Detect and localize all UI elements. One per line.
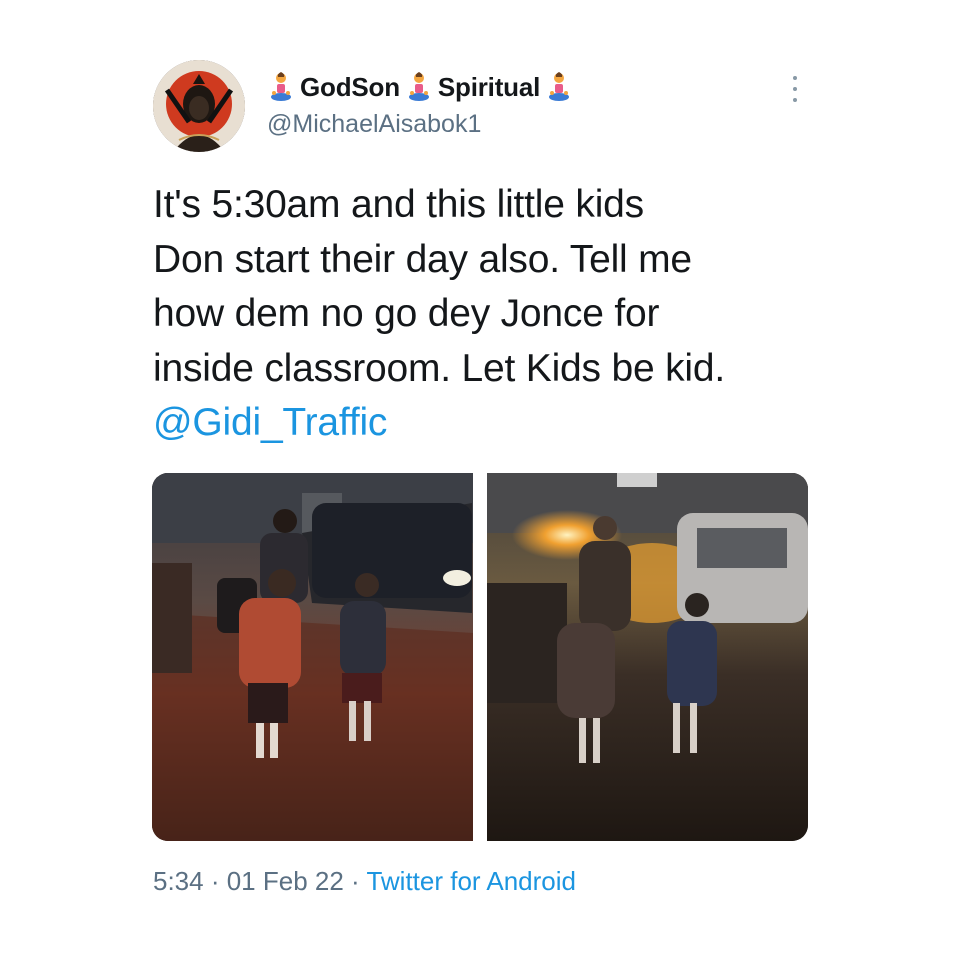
tweet-text-line: how dem no go dey Jonce for (153, 292, 660, 335)
tweet-text: It's 5:30am and this little kids Don sta… (153, 178, 833, 451)
display-name-part-2: Spiritual (437, 71, 541, 102)
photo-children-street-2 (487, 473, 808, 841)
meta-separator: · (203, 866, 227, 896)
tweet-card: GodSon Spiritual @MichaelAisabok1 It's 5… (0, 0, 960, 960)
photo-children-street-1 (152, 473, 473, 841)
tweet-text-line: It's 5:30am and this little kids (153, 183, 644, 226)
avatar-image (153, 60, 245, 152)
tweet-time[interactable]: 5:34 (153, 866, 204, 896)
tweet-date[interactable]: 01 Feb 22 (227, 866, 344, 896)
user-handle[interactable]: @MichaelAisabok1 (267, 110, 481, 139)
display-name[interactable]: GodSon Spiritual (270, 68, 570, 106)
person-in-lotus-position-icon (271, 72, 291, 101)
tweet-photo-2[interactable] (487, 473, 808, 841)
mention-link[interactable]: @Gidi_Traffic (153, 396, 833, 451)
tweet-text-line: Don start their day also. Tell me (153, 237, 692, 281)
avatar[interactable] (153, 60, 245, 152)
tweet-photo-1[interactable] (152, 473, 473, 841)
tweet-text-line: inside classroom. Let Kids be kid. (153, 346, 725, 390)
tweet-meta: 5:34 · 01 Feb 22 · Twitter for Android (153, 866, 576, 897)
person-in-lotus-position-icon (408, 72, 429, 101)
more-vertical-icon[interactable] (788, 76, 802, 102)
display-name-part-1: GodSon (300, 71, 400, 102)
meta-separator: · (343, 866, 367, 896)
tweet-source-link[interactable]: Twitter for Android (366, 866, 576, 896)
person-in-lotus-position-icon (549, 72, 570, 101)
